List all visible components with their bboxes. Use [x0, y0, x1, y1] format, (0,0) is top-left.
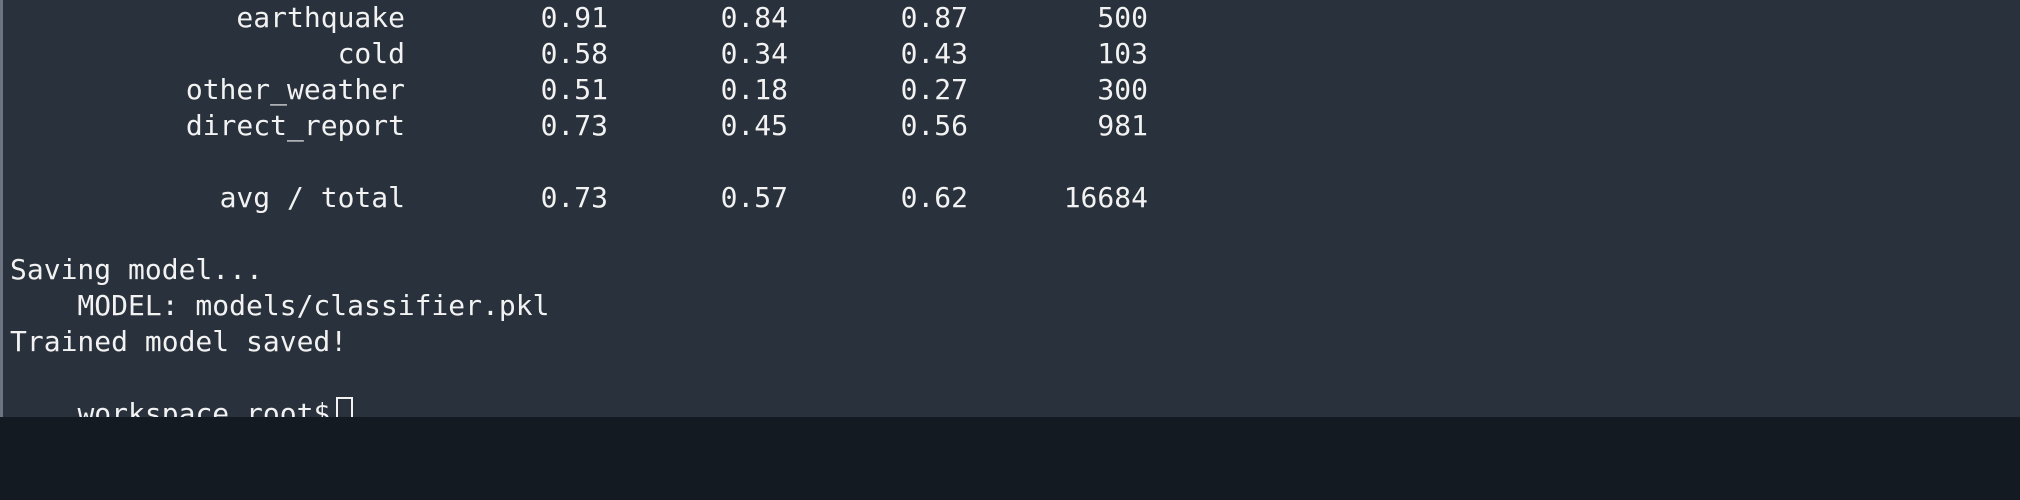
report-row: direct_report 0.73 0.45 0.56 981	[10, 108, 1148, 144]
bottom-panel	[0, 417, 2020, 500]
report-total-row: avg / total 0.73 0.57 0.62 16684	[10, 180, 1148, 216]
report-total-label: avg / total	[219, 181, 405, 214]
report-label: direct_report	[185, 109, 405, 142]
report-row: cold 0.58 0.34 0.43 103	[10, 36, 1148, 72]
report-total-support: 16684	[1063, 181, 1148, 214]
report-support: 500	[1097, 1, 1148, 34]
log-saved-line: Trained model saved!	[10, 325, 348, 358]
report-recall: 0.34	[720, 37, 788, 70]
report-precision: 0.73	[540, 109, 608, 142]
report-f1-score: 0.43	[900, 37, 968, 70]
report-precision: 0.51	[540, 73, 608, 106]
report-label: other_weather	[185, 73, 405, 106]
report-row: earthquake 0.91 0.84 0.87 500	[10, 0, 1148, 36]
report-precision: 0.58	[540, 37, 608, 70]
report-f1-score: 0.87	[900, 1, 968, 34]
report-label: cold	[337, 37, 405, 70]
report-recall: 0.84	[720, 1, 788, 34]
report-support: 103	[1097, 37, 1148, 70]
text-cursor[interactable]	[336, 397, 354, 417]
report-support: 300	[1097, 73, 1148, 106]
log-saving-line: Saving model...	[10, 253, 263, 286]
report-label: earthquake	[236, 1, 405, 34]
report-recall: 0.45	[720, 109, 788, 142]
report-row: other_weather 0.51 0.18 0.27 300	[10, 72, 1148, 108]
report-support: 981	[1097, 109, 1148, 142]
report-precision: 0.91	[540, 1, 608, 34]
shell-prompt: workspace root$	[77, 397, 331, 417]
log-model-path-line: MODEL: models/classifier.pkl	[10, 289, 550, 322]
shell-prompt-line[interactable]: workspace root$	[10, 360, 354, 417]
report-f1-score: 0.27	[900, 73, 968, 106]
report-recall: 0.18	[720, 73, 788, 106]
report-total-f1-score: 0.62	[900, 181, 968, 214]
report-total-precision: 0.73	[540, 181, 608, 214]
report-f1-score: 0.56	[900, 109, 968, 142]
terminal-output[interactable]: earthquake 0.91 0.84 0.87 500 cold 0.58 …	[0, 0, 2020, 417]
report-total-recall: 0.57	[720, 181, 788, 214]
